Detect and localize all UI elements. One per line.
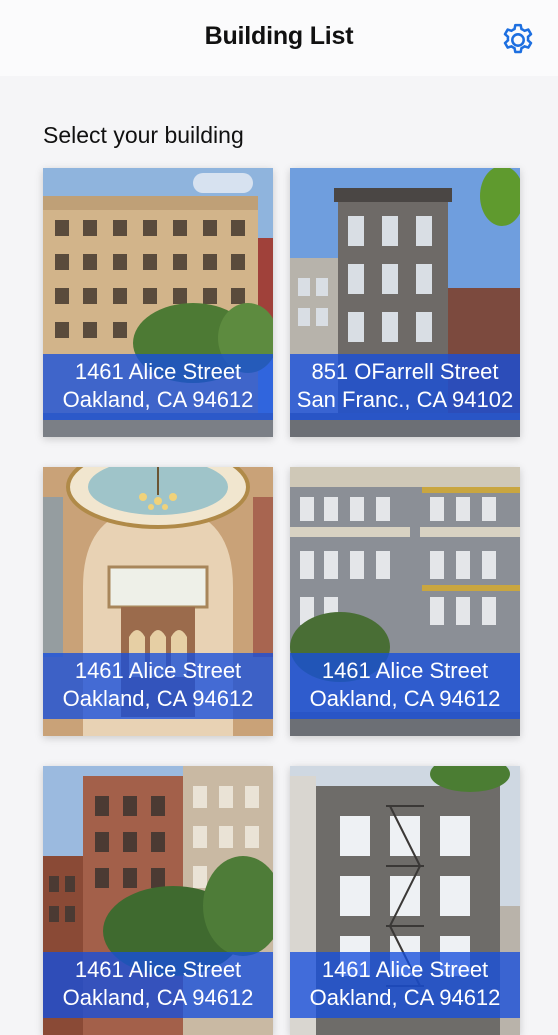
building-card[interactable]: 1461 Alice Street Oakland, CA 94612 bbox=[43, 766, 273, 1035]
building-city: Oakland, CA 94612 bbox=[309, 985, 501, 1010]
building-street: 1461 Alice Street bbox=[74, 359, 242, 384]
building-grid: 1461 Alice Street Oakland, CA 94612 851 … bbox=[43, 168, 520, 1035]
building-street: 1461 Alice Street bbox=[74, 957, 242, 982]
section-label: Select your building bbox=[43, 122, 244, 148]
building-city: Oakland, CA 94612 bbox=[309, 686, 501, 711]
building-caption: 1461 Alice Street Oakland, CA 94612 bbox=[290, 653, 520, 719]
settings-button[interactable] bbox=[498, 20, 538, 60]
building-street: 1461 Alice Street bbox=[74, 658, 242, 683]
building-caption: 1461 Alice Street Oakland, CA 94612 bbox=[43, 653, 273, 719]
app-header: Building List bbox=[0, 0, 558, 76]
building-card[interactable]: 1461 Alice Street Oakland, CA 94612 bbox=[43, 168, 273, 437]
building-street: 1461 Alice Street bbox=[321, 957, 489, 982]
gear-icon bbox=[503, 23, 533, 54]
building-city: San Franc., CA 94102 bbox=[296, 387, 514, 412]
building-card[interactable]: 1461 Alice Street Oakland, CA 94612 bbox=[43, 467, 273, 736]
building-card[interactable]: 1461 Alice Street Oakland, CA 94612 bbox=[290, 467, 520, 736]
page-title: Building List bbox=[204, 22, 354, 50]
building-card[interactable]: 851 OFarrell Street San Franc., CA 94102 bbox=[290, 168, 520, 437]
building-card[interactable]: 1461 Alice Street Oakland, CA 94612 bbox=[290, 766, 520, 1035]
building-caption: 1461 Alice Street Oakland, CA 94612 bbox=[290, 952, 520, 1018]
building-city: Oakland, CA 94612 bbox=[62, 387, 254, 412]
building-street: 1461 Alice Street bbox=[321, 658, 489, 683]
building-caption: 851 OFarrell Street San Franc., CA 94102 bbox=[290, 354, 520, 420]
building-caption: 1461 Alice Street Oakland, CA 94612 bbox=[43, 952, 273, 1018]
building-city: Oakland, CA 94612 bbox=[62, 985, 254, 1010]
building-caption: 1461 Alice Street Oakland, CA 94612 bbox=[43, 354, 273, 420]
building-city: Oakland, CA 94612 bbox=[62, 686, 254, 711]
building-street: 851 OFarrell Street bbox=[311, 359, 499, 384]
